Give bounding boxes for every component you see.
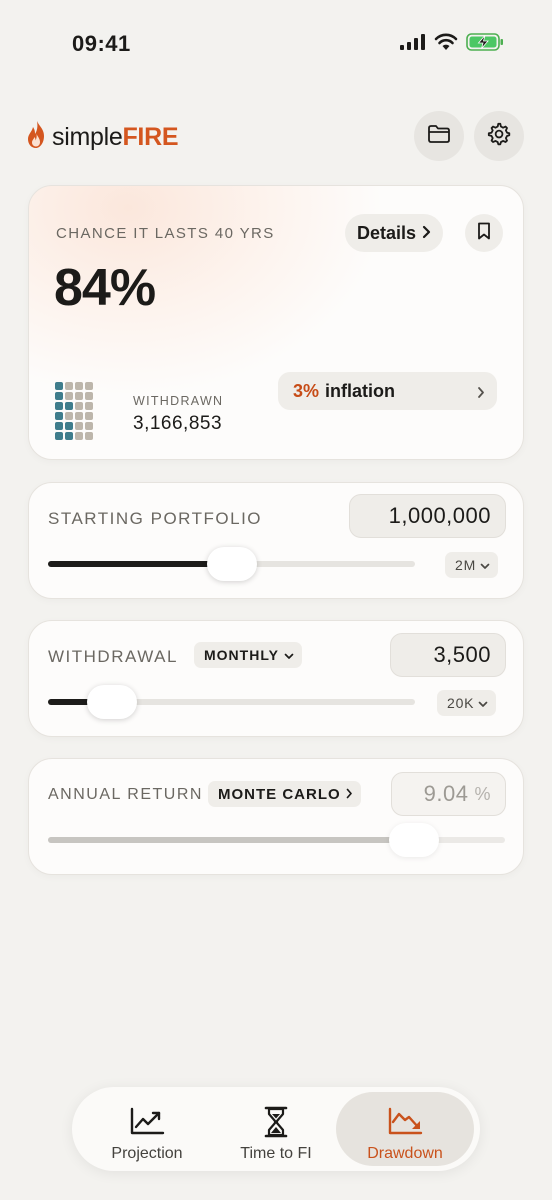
starting-portfolio-max-label: 2M	[455, 557, 477, 573]
outcome-grid-cell	[75, 382, 83, 390]
withdrawal-max-label: 20K	[447, 695, 475, 711]
outcome-grid-cell	[65, 432, 73, 440]
outcome-grid-cell	[55, 412, 63, 420]
annual-return-slider-thumb	[389, 823, 439, 857]
outcome-grid-cell	[65, 422, 73, 430]
outcome-grid-cell	[85, 392, 93, 400]
chevron-right-icon	[422, 223, 431, 244]
outcome-grid-cell	[65, 382, 73, 390]
battery-charging-icon	[466, 33, 504, 56]
gear-icon	[487, 122, 511, 151]
outcome-grid-cell	[85, 382, 93, 390]
outcome-grid-cell	[65, 392, 73, 400]
folder-icon	[427, 124, 451, 149]
tab-time-to-fi-label: Time to FI	[240, 1145, 312, 1162]
return-mode-value: MONTE CARLO	[218, 785, 341, 803]
outcome-grid-cell	[55, 422, 63, 430]
bottom-tab-bar: Projection Time to FI Drawdown	[72, 1087, 480, 1171]
withdrawal-frequency-value: MONTHLY	[204, 647, 279, 663]
chevron-down-icon	[478, 695, 488, 711]
status-time: 09:41	[72, 31, 131, 56]
flame-icon	[26, 120, 48, 155]
annual-return-slider-track	[48, 823, 505, 857]
annual-return-slider-fill	[48, 837, 414, 843]
tab-drawdown[interactable]: Drawdown	[336, 1092, 474, 1166]
success-chance-label: CHANCE IT LASTS 40 YRS	[56, 225, 275, 242]
withdrawal-max-select[interactable]: 20K	[437, 690, 497, 716]
brand-logo: simpleFIRE	[26, 120, 179, 155]
tab-time-to-fi[interactable]: Time to FI	[207, 1092, 345, 1166]
success-summary-card: CHANCE IT LASTS 40 YRS Details 84% WITHD…	[28, 185, 524, 460]
settings-button[interactable]	[474, 111, 524, 161]
withdrawal-card: WITHDRAWAL MONTHLY 3,500 20K	[28, 620, 524, 737]
outcome-grid-cell	[85, 422, 93, 430]
outcome-grid-cell	[85, 412, 93, 420]
outcome-grid-cell	[55, 402, 63, 410]
withdrawal-label: WITHDRAWAL	[48, 647, 178, 666]
chevron-right-icon	[346, 786, 353, 803]
tab-projection[interactable]: Projection	[78, 1092, 216, 1166]
outcome-grid-cell	[65, 402, 73, 410]
inflation-button[interactable]: 3% inflation	[278, 372, 497, 410]
drawdown-chart-icon	[387, 1106, 423, 1141]
withdrawal-value: 3,500	[433, 642, 491, 667]
status-icons	[400, 33, 504, 56]
app-header: simpleFIRE	[0, 110, 552, 162]
wifi-icon	[434, 33, 458, 56]
cellular-signal-icon	[400, 34, 426, 55]
bookmark-icon	[477, 222, 491, 245]
withdrawal-frequency-select[interactable]: MONTHLY	[194, 642, 302, 668]
outcome-grid-cell	[85, 402, 93, 410]
open-file-button[interactable]	[414, 111, 464, 161]
brand-name-accent: FIRE	[122, 123, 179, 151]
inflation-label: inflation	[325, 380, 396, 401]
outcome-grid-cell	[75, 422, 83, 430]
outcome-grid-cell	[55, 432, 63, 440]
status-bar: 09:41	[0, 0, 552, 90]
details-label: Details	[356, 222, 417, 243]
bookmark-button[interactable]	[465, 214, 503, 252]
tab-drawdown-label: Drawdown	[367, 1145, 443, 1162]
outcome-grid-cell	[55, 392, 63, 400]
starting-portfolio-max-select[interactable]: 2M	[445, 552, 499, 578]
return-mode-select[interactable]: MONTE CARLO	[208, 781, 361, 807]
starting-portfolio-slider-track[interactable]	[48, 547, 415, 581]
chevron-down-icon	[480, 557, 490, 573]
outcome-grid-icon	[55, 382, 93, 440]
percent-unit: %	[474, 783, 491, 804]
outcome-grid-cell	[75, 392, 83, 400]
line-chart-icon	[129, 1106, 165, 1141]
withdrawal-slider-track[interactable]	[48, 685, 415, 719]
withdrawal-slider-thumb[interactable]	[87, 685, 137, 719]
chevron-right-icon	[477, 383, 485, 404]
starting-portfolio-card: STARTING PORTFOLIO 1,000,000 2M	[28, 482, 524, 599]
outcome-grid-cell	[75, 412, 83, 420]
tab-projection-label: Projection	[111, 1145, 183, 1162]
annual-return-value: 9.04	[423, 781, 469, 806]
outcome-grid-cell	[55, 382, 63, 390]
annual-return-label: ANNUAL RETURN	[48, 786, 203, 803]
brand-name-prefix: simple	[52, 123, 123, 151]
starting-portfolio-value: 1,000,000	[388, 503, 491, 528]
outcome-grid-cell	[75, 402, 83, 410]
hourglass-icon	[264, 1106, 288, 1143]
annual-return-input: 9.04 %	[391, 772, 506, 816]
starting-portfolio-input[interactable]: 1,000,000	[349, 494, 506, 538]
outcome-grid-cell	[65, 412, 73, 420]
withdrawal-input[interactable]: 3,500	[390, 633, 506, 677]
chevron-down-icon	[284, 647, 294, 663]
starting-portfolio-label: STARTING PORTFOLIO	[48, 509, 263, 528]
withdrawn-label: WITHDRAWN	[133, 394, 224, 408]
withdrawn-value: 3,166,853	[133, 413, 223, 434]
details-button[interactable]: Details	[345, 214, 443, 252]
brand-name: simpleFIRE	[52, 123, 179, 152]
starting-portfolio-slider-fill	[48, 561, 232, 567]
success-percentage: 84%	[54, 259, 156, 317]
inflation-value: 3%	[293, 380, 320, 401]
starting-portfolio-slider-thumb[interactable]	[207, 547, 257, 581]
outcome-grid-cell	[85, 432, 93, 440]
annual-return-card: ANNUAL RETURN MONTE CARLO 9.04 %	[28, 758, 524, 875]
outcome-grid-cell	[75, 432, 83, 440]
